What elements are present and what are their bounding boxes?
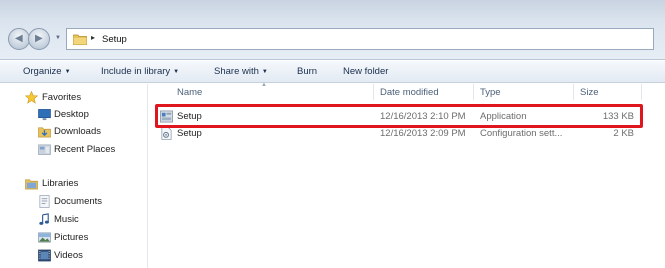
videos-icon (38, 249, 51, 262)
documents-icon (39, 195, 50, 208)
new-folder-button[interactable]: New folder (343, 66, 388, 77)
burn-button[interactable]: Burn (297, 66, 317, 77)
recent-places-icon (38, 144, 51, 155)
recent-locations-dropdown-icon[interactable]: ▼ (55, 35, 61, 41)
star-icon (25, 91, 38, 104)
sidebar-item-label: Libraries (42, 178, 79, 189)
share-with-button[interactable]: Share with ▼ (214, 66, 268, 77)
breadcrumb-setup[interactable]: Setup (102, 34, 127, 45)
chevron-down-icon: ▼ (261, 69, 268, 75)
sidebar-item-recent-places[interactable]: Recent Places (0, 142, 148, 158)
chevron-down-icon: ▼ (173, 69, 180, 75)
sidebar-item-favorites[interactable]: Favorites (0, 90, 148, 106)
sidebar-item-label: Downloads (54, 126, 101, 137)
libraries-icon (25, 179, 38, 190)
downloads-icon (38, 127, 51, 138)
file-date-modified: 12/16/2013 2:09 PM (380, 128, 466, 139)
forward-arrow-icon: ▶ (35, 33, 43, 44)
file-list: ▲ Name Date modified Type Size Setup 12/… (149, 82, 665, 268)
column-header-row: ▲ Name Date modified Type Size (149, 82, 665, 100)
file-name: Setup (177, 128, 202, 139)
folder-icon (73, 34, 87, 45)
sort-ascending-icon: ▲ (261, 82, 267, 88)
column-header-type[interactable]: Type (480, 87, 501, 98)
organize-button[interactable]: Organize ▼ (23, 66, 71, 77)
sidebar-item-label: Pictures (54, 232, 89, 243)
sidebar-item-label: Favorites (42, 92, 82, 103)
sidebar-item-documents[interactable]: Documents (0, 194, 148, 210)
sidebar-item-label: Documents (54, 196, 103, 207)
pictures-icon (38, 232, 51, 243)
desktop-icon (38, 109, 51, 121)
column-divider[interactable] (473, 84, 474, 100)
file-type: Configuration sett... (480, 128, 563, 139)
command-toolbar: Organize ▼ Include in library ▼ Share with… (0, 61, 665, 83)
breadcrumb-separator-icon[interactable]: ▸ (91, 33, 95, 42)
column-divider[interactable] (573, 84, 574, 100)
back-arrow-icon: ◀ (15, 33, 23, 44)
organize-label: Organize (23, 66, 62, 77)
column-header-date[interactable]: Date modified (380, 87, 439, 98)
file-size: 2 KB (613, 128, 634, 139)
sidebar-item-label: Music (54, 214, 79, 225)
sidebar-item-libraries[interactable]: Libraries (0, 176, 148, 192)
highlight-box (155, 104, 643, 128)
config-file-icon (161, 127, 172, 140)
column-divider[interactable] (641, 84, 642, 100)
forward-button[interactable]: ▶ (28, 28, 50, 50)
sidebar-item-pictures[interactable]: Pictures (0, 230, 148, 246)
column-header-name[interactable]: Name (177, 87, 202, 98)
sidebar-item-label: Recent Places (54, 144, 116, 155)
sidebar-item-videos[interactable]: Videos (0, 248, 148, 264)
address-region: ◀ ▶ ▼ ▸ Setup (0, 0, 665, 60)
include-in-library-button[interactable]: Include in library ▼ (101, 66, 179, 77)
navigation-buttons: ◀ ▶ ▼ (8, 28, 61, 50)
sidebar-item-label: Desktop (54, 109, 89, 120)
chevron-down-icon: ▼ (64, 69, 71, 75)
share-with-label: Share with (214, 66, 259, 77)
sidebar-item-music[interactable]: Music (0, 212, 148, 228)
address-bar[interactable]: ▸ Setup (66, 28, 654, 50)
sidebar-item-label: Videos (54, 250, 83, 261)
music-icon (39, 213, 49, 225)
back-button[interactable]: ◀ (8, 28, 30, 50)
file-row-setup-config[interactable]: Setup 12/16/2013 2:09 PM Configuration s… (149, 126, 665, 141)
navigation-pane: Favorites Desktop Downloads Recent Place… (0, 84, 148, 268)
sidebar-item-desktop[interactable]: Desktop (0, 107, 148, 123)
column-header-size[interactable]: Size (580, 87, 598, 98)
sidebar-item-downloads[interactable]: Downloads (0, 124, 148, 140)
include-in-library-label: Include in library (101, 66, 171, 77)
column-divider[interactable] (373, 84, 374, 100)
